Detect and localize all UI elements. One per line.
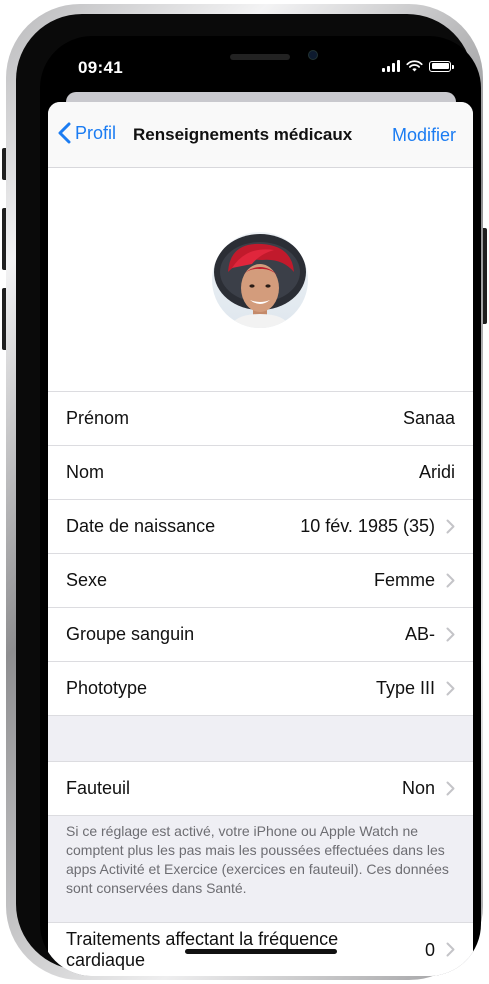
edit-button[interactable]: Modifier [392, 125, 456, 146]
row-sex[interactable]: Sexe Femme [48, 554, 473, 608]
front-camera [308, 50, 318, 60]
row-label: Phototype [66, 678, 148, 698]
chevron-right-icon [446, 942, 455, 957]
row-label: Nom [66, 462, 105, 482]
wheelchair-footnote: Si ce réglage est activé, votre iPhone o… [66, 823, 449, 896]
chevron-left-icon [58, 122, 71, 144]
status-time: 09:41 [78, 58, 123, 77]
row-value: Non [401, 778, 435, 798]
phone-screen: 09:41 Profil Renseignements médicaux Mod… [40, 36, 481, 976]
row-label: Fauteuil [66, 778, 131, 798]
personal-info-list: Prénom Sanaa Nom Aridi Date de naissance… [48, 392, 473, 716]
row-label: Groupe sanguin [66, 624, 195, 644]
phone-frame: 09:41 Profil Renseignements médicaux Mod… [6, 4, 483, 980]
row-value: Aridi [418, 462, 455, 482]
navigation-bar: Profil Renseignements médicaux Modifier [48, 102, 473, 168]
profile-photo [212, 232, 308, 328]
section-separator [48, 716, 473, 761]
row-blood-type[interactable]: Groupe sanguin AB- [48, 608, 473, 662]
cellular-signal-icon [382, 60, 400, 72]
row-value: 10 fév. 1985 (35) [300, 516, 435, 536]
chevron-right-icon [446, 519, 455, 534]
row-skin-type[interactable]: Phototype Type III [48, 662, 473, 716]
back-button[interactable]: Profil [58, 122, 116, 144]
chevron-right-icon [446, 681, 455, 696]
row-value: Type III [375, 678, 435, 698]
status-icons [382, 60, 454, 72]
wheelchair-section: Fauteuil Non [48, 761, 473, 816]
medical-id-sheet: Profil Renseignements médicaux Modifier [48, 102, 473, 976]
row-value: Femme [373, 570, 435, 590]
chevron-right-icon [446, 627, 455, 642]
profile-photo-section [48, 168, 473, 392]
row-label: Prénom [66, 408, 130, 428]
avatar[interactable] [212, 232, 308, 328]
chevron-right-icon [446, 573, 455, 588]
phone-bezel: 09:41 Profil Renseignements médicaux Mod… [16, 14, 481, 976]
wifi-icon [406, 60, 423, 72]
row-birth-date[interactable]: Date de naissance 10 fév. 1985 (35) [48, 500, 473, 554]
row-label: Date de naissance [66, 516, 216, 536]
row-value: Sanaa [402, 408, 455, 428]
battery-icon [429, 60, 454, 72]
row-value: 0 [424, 940, 435, 960]
row-wheelchair[interactable]: Fauteuil Non [48, 762, 473, 816]
page-title: Renseignements médicaux [133, 125, 353, 144]
earpiece-speaker [230, 54, 290, 60]
row-label: Sexe [66, 570, 108, 590]
row-last-name: Nom Aridi [48, 446, 473, 500]
back-label: Profil [75, 122, 117, 143]
row-first-name: Prénom Sanaa [48, 392, 473, 446]
home-indicator[interactable] [185, 949, 337, 954]
chevron-right-icon [446, 781, 455, 796]
row-value: AB- [404, 624, 435, 644]
